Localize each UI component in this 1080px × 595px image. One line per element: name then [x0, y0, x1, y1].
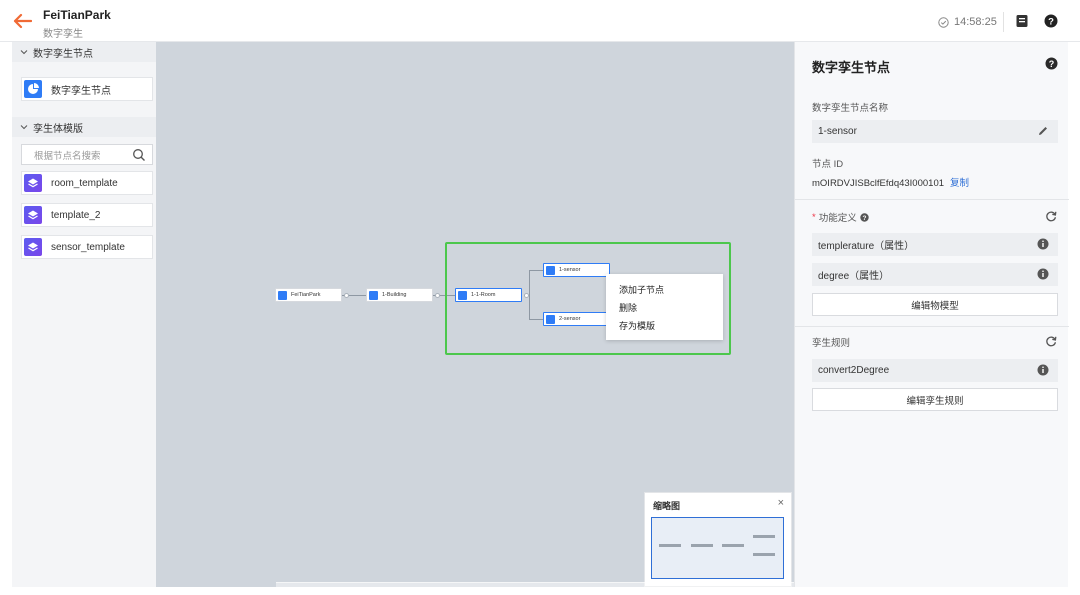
template-item[interactable]: sensor_template	[21, 235, 153, 259]
refresh-icon[interactable]	[1045, 210, 1057, 222]
minimap-node	[753, 553, 775, 556]
template-item[interactable]: template_2	[21, 203, 153, 227]
copy-link[interactable]: 复制	[950, 178, 969, 189]
app-header: FeiTianPark 数字孪生 14:58:25 ?	[0, 0, 1080, 42]
minimap-panel: 缩略图 ×	[644, 492, 792, 587]
node-name-value: 1-sensor	[818, 126, 857, 137]
info-icon[interactable]	[1037, 238, 1049, 250]
help-icon[interactable]: ?	[860, 212, 869, 222]
rule-label: convert2Degree	[818, 365, 890, 376]
property-label: degree（属性）	[818, 271, 890, 282]
rule-row[interactable]: convert2Degree	[812, 359, 1058, 382]
help-icon[interactable]: ?	[1044, 14, 1058, 28]
property-row[interactable]: templerature（属性）	[812, 233, 1058, 256]
svg-text:?: ?	[1049, 59, 1055, 69]
layers-icon	[24, 206, 42, 224]
chevron-down-icon	[20, 125, 28, 130]
properties-panel: 数字孪生节点 ? 数字孪生节点名称 1-sensor 节点 ID mOIRDVJ…	[794, 42, 1069, 587]
refresh-icon[interactable]	[1045, 335, 1057, 347]
required-mark: *	[812, 211, 816, 223]
menu-item-save-template[interactable]: 存为模版	[619, 319, 723, 337]
time-indicator: 14:58:25	[938, 15, 997, 29]
app-subtitle: 数字孪生	[43, 29, 83, 40]
node-label: 1-Building	[382, 292, 407, 298]
search-placeholder: 根据节点名搜索	[34, 150, 101, 162]
info-icon[interactable]	[1037, 268, 1049, 280]
menu-item-add-child[interactable]: 添加子节点	[619, 283, 723, 301]
minimap-title: 缩略图	[653, 501, 681, 511]
twin-node-label: 数字孪生节点	[51, 85, 111, 97]
left-panel: 数字孪生节点 数字孪生节点 孪生体模版 根据节点名搜索 room_templat…	[12, 42, 156, 587]
edit-model-button[interactable]: 编辑物模型	[812, 293, 1058, 316]
template-search-input[interactable]: 根据节点名搜索	[21, 144, 153, 165]
rules-label: 孪生规则	[812, 338, 851, 349]
pie-node-icon	[369, 290, 378, 300]
name-label: 数字孪生节点名称	[812, 103, 889, 114]
section-twin-nodes[interactable]: 数字孪生节点	[12, 42, 156, 62]
node-name-field[interactable]: 1-sensor	[812, 120, 1058, 143]
time-text: 14:58:25	[954, 16, 997, 28]
document-icon[interactable]	[1015, 14, 1029, 28]
twin-node-card[interactable]: 数字孪生节点	[21, 77, 153, 101]
minimap-node	[691, 544, 713, 547]
property-row[interactable]: degree（属性）	[812, 263, 1058, 286]
node-id-row: mOIRDVJISBclfEfdq43I000101 复制	[812, 175, 969, 189]
section-title: 数字孪生节点	[33, 48, 93, 60]
clock-check-icon	[938, 16, 949, 28]
edit-rules-button[interactable]: 编辑孪生规则	[812, 388, 1058, 411]
function-definition-label: * 功能定义 ?	[812, 210, 869, 224]
back-arrow-icon[interactable]	[12, 13, 32, 29]
context-menu: 添加子节点 删除 存为模版	[606, 274, 723, 340]
section-templates[interactable]: 孪生体模版	[12, 117, 156, 137]
help-icon[interactable]: ?	[1045, 57, 1058, 70]
graph-canvas[interactable]: FeiTianPark 1-Building 1-1-Room 1-sensor…	[156, 42, 794, 587]
connector-dot[interactable]	[435, 293, 440, 298]
function-label-text: 功能定义	[818, 213, 857, 224]
menu-item-delete[interactable]: 删除	[619, 301, 723, 319]
node-root[interactable]: FeiTianPark	[275, 288, 342, 302]
pie-node-icon	[24, 80, 42, 98]
id-label: 节点 ID	[812, 159, 844, 170]
minimap-node	[659, 544, 681, 547]
node-building[interactable]: 1-Building	[366, 288, 433, 302]
close-icon[interactable]: ×	[778, 497, 784, 509]
edit-pencil-icon[interactable]	[1037, 125, 1049, 137]
svg-text:?: ?	[1048, 17, 1054, 28]
layers-icon	[24, 238, 42, 256]
node-label: FeiTianPark	[291, 292, 321, 298]
chevron-down-icon	[20, 50, 28, 55]
node-id-value: mOIRDVJISBclfEfdq43I000101	[812, 178, 945, 189]
app-title: FeiTianPark	[43, 8, 111, 22]
canvas-bottom-bar	[276, 582, 794, 587]
info-icon[interactable]	[1037, 364, 1049, 376]
minimap-node	[753, 535, 775, 538]
divider	[795, 199, 1069, 200]
layers-icon	[24, 174, 42, 192]
svg-text:?: ?	[862, 215, 866, 222]
divider	[795, 326, 1069, 327]
template-label: sensor_template	[51, 241, 125, 253]
property-label: templerature（属性）	[818, 241, 915, 252]
minimap-viewport[interactable]	[651, 517, 784, 579]
template-item[interactable]: room_template	[21, 171, 153, 195]
minimap-node	[722, 544, 744, 547]
template-label: template_2	[51, 209, 101, 221]
pie-node-icon	[278, 290, 287, 300]
header-divider	[1003, 12, 1004, 32]
connector-dot[interactable]	[344, 293, 349, 298]
panel-title: 数字孪生节点	[812, 60, 891, 75]
template-label: room_template	[51, 177, 118, 189]
section-title: 孪生体模版	[33, 123, 83, 135]
search-icon[interactable]	[132, 148, 146, 162]
